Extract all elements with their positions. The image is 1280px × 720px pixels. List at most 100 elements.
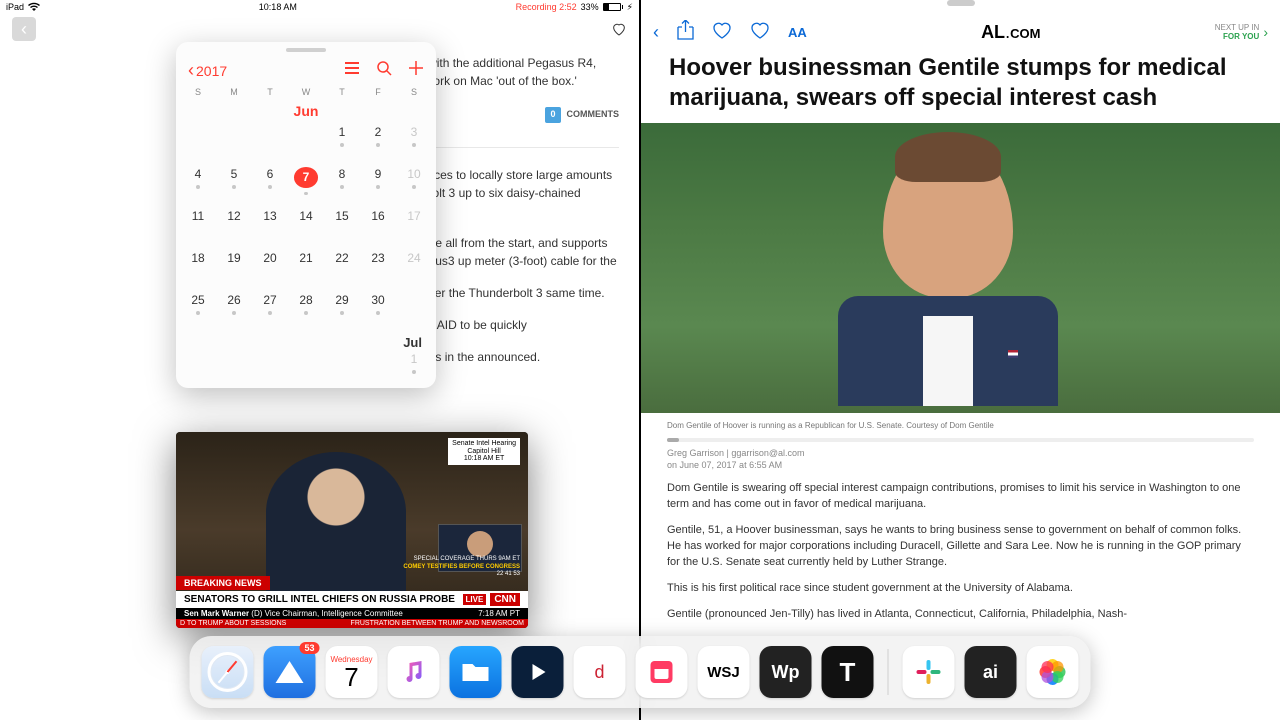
article-back-button[interactable]: ‹ (12, 17, 36, 41)
app-slack[interactable] (903, 646, 955, 698)
app-video[interactable] (512, 646, 564, 698)
app-music[interactable] (388, 646, 440, 698)
app-wapo[interactable]: Wp (760, 646, 812, 698)
calendar-day[interactable]: 4 (180, 167, 216, 195)
article-body-p: This is his first political race since s… (667, 581, 1254, 597)
calendar-day[interactable]: 13 (252, 209, 288, 237)
calendar-daynum: 7 (344, 664, 358, 690)
calendar-back-year[interactable]: ‹ 2017 (188, 60, 227, 81)
status-time: 10:18 AM (259, 2, 297, 12)
calendar-day[interactable]: 17 (396, 209, 432, 237)
app-ai[interactable]: ai (965, 646, 1017, 698)
app-files[interactable] (450, 646, 502, 698)
calendar-day[interactable]: 29 (324, 293, 360, 321)
photos-icon (1037, 656, 1069, 688)
calendar-weekday-row: SMTWTFS (176, 87, 436, 99)
split-view-root: iPad 10:18 AM Recording 2:52 33% ⚡︎ ‹ (0, 0, 1280, 720)
calendar-day[interactable]: 20 (252, 251, 288, 279)
pip-ticker-right: FRUSTRATION BETWEEN TRUMP AND NEWSROOM (351, 620, 524, 627)
calendar-day[interactable]: 5 (216, 167, 252, 195)
calendar-month-label: Jun (176, 99, 436, 125)
app-safari[interactable] (202, 646, 254, 698)
pip-speaker-name: Sen Mark Warner (184, 609, 249, 618)
hero-caption: Dom Gentile of Hoover is running as a Re… (641, 413, 1280, 434)
calendar-day[interactable]: 9 (360, 167, 396, 195)
calendar-day[interactable]: 7 (288, 167, 324, 195)
calendar-day[interactable]: 30 (360, 293, 396, 321)
pip-location-tag: Senate Intel Hearing Capitol Hill 10:18 … (448, 438, 520, 465)
calendar-day (396, 293, 432, 321)
pip-network-logo: CNN (490, 593, 520, 606)
calendar-next-month-label: Jul (176, 327, 436, 352)
app-photos[interactable] (1027, 646, 1079, 698)
calendar-day[interactable]: 3 (396, 125, 432, 153)
calendar-day[interactable]: 25 (180, 293, 216, 321)
calendar-day[interactable]: 8 (324, 167, 360, 195)
paper-plane-icon (276, 661, 304, 683)
calendar-day[interactable]: 11 (180, 209, 216, 237)
pip-live-badge: LIVE (463, 594, 487, 605)
calendar-day[interactable]: 21 (288, 251, 324, 279)
article-body-p: Dom Gentile is swearing off special inte… (667, 481, 1254, 513)
music-note-icon (400, 658, 428, 686)
calendar-day[interactable]: 26 (216, 293, 252, 321)
favorite-icon[interactable] (611, 21, 627, 37)
reader-nav-bar: ‹ AA AL.COM NEXT UP IN FOR YOU (641, 10, 1280, 51)
article-body-p: Gentile, 51, a Hoover businessman, says … (667, 523, 1254, 571)
calendar-day[interactable]: 16 (360, 209, 396, 237)
calendar-day[interactable]: 1 (324, 125, 360, 153)
wifi-icon (28, 2, 40, 12)
comments-count: 0 (545, 107, 560, 123)
calendar-day[interactable]: 19 (216, 251, 252, 279)
app-calendar[interactable]: Wednesday 7 (326, 646, 378, 698)
dislike-icon[interactable] (750, 21, 770, 44)
calendar-day[interactable]: 14 (288, 209, 324, 237)
calendar-add-icon[interactable] (408, 60, 424, 81)
calendar-day (180, 125, 216, 153)
calendar-popover[interactable]: ‹ 2017 SMTWTFS (176, 42, 436, 388)
like-icon[interactable] (712, 21, 732, 44)
app-nyt[interactable]: T (822, 646, 874, 698)
calendar-day[interactable]: 24 (396, 251, 432, 279)
battery-icon (603, 3, 623, 11)
comments-label: COMMENTS (567, 108, 620, 122)
calendar-day[interactable]: 27 (252, 293, 288, 321)
calendar-day[interactable]: 18 (180, 251, 216, 279)
share-icon[interactable] (677, 20, 694, 45)
pip-ticker-left: D TO TRUMP ABOUT SESSIONS (180, 620, 286, 627)
calendar-day[interactable]: 15 (324, 209, 360, 237)
calendar-day[interactable]: 6 (252, 167, 288, 195)
next-story-button[interactable]: NEXT UP IN FOR YOU › (1215, 24, 1268, 42)
reading-progress (667, 438, 1254, 442)
calendar-day[interactable]: 23 (360, 251, 396, 279)
text-size-icon[interactable]: AA (788, 25, 807, 40)
comments-button[interactable]: 0 COMMENTS (545, 107, 619, 123)
article-body-p: Gentile (pronounced Jen-Tilly) has lived… (667, 607, 1254, 623)
calendar-day (216, 125, 252, 153)
calendar-day[interactable]: 28 (288, 293, 324, 321)
multitasking-grabber[interactable] (947, 0, 975, 6)
pip-alt-time: 7:18 AM PT (478, 609, 520, 618)
reader-back-button[interactable]: ‹ (653, 22, 659, 43)
article-body[interactable]: Dom Gentile is swearing off special inte… (641, 481, 1280, 633)
calendar-search-icon[interactable] (376, 60, 392, 81)
dock: 53 Wednesday 7 d WSJ Wp T ai (190, 636, 1091, 708)
left-app: iPad 10:18 AM Recording 2:52 33% ⚡︎ ‹ (0, 0, 639, 720)
popover-grabber[interactable] (286, 48, 326, 52)
calendar-day[interactable]: 12 (216, 209, 252, 237)
app-wsj[interactable]: WSJ (698, 646, 750, 698)
app-mail[interactable]: 53 (264, 646, 316, 698)
calendar-day[interactable]: 2 (360, 125, 396, 153)
play-icon (527, 661, 549, 683)
picture-in-picture[interactable]: Senate Intel Hearing Capitol Hill 10:18 … (176, 432, 528, 628)
recording-indicator: Recording 2:52 (516, 2, 577, 12)
slack-icon (915, 658, 943, 686)
calendar-list-icon[interactable] (344, 60, 360, 81)
app-d[interactable]: d (574, 646, 626, 698)
calendar-day[interactable]: 1 (396, 352, 432, 380)
calendar-day[interactable]: 22 (324, 251, 360, 279)
app-news[interactable] (636, 646, 688, 698)
calendar-day[interactable]: 10 (396, 167, 432, 195)
calendar-next-month-row: 1 (176, 352, 436, 380)
chevron-right-icon: › (1263, 25, 1268, 40)
